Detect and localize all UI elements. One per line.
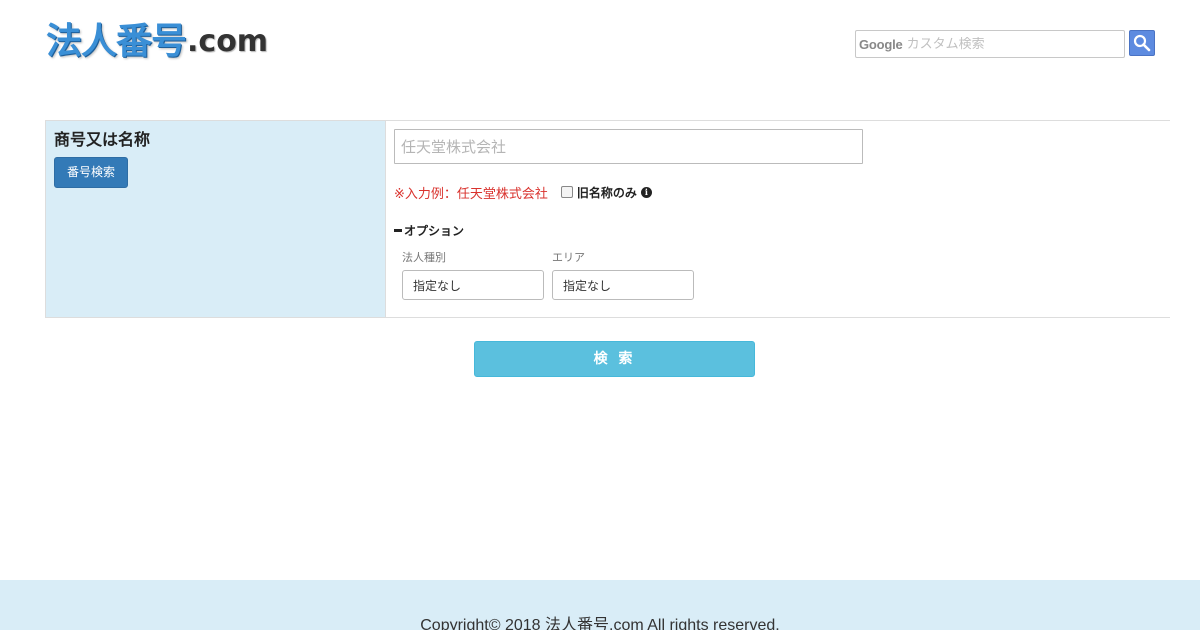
- input-example-hint: ※入力例：任天堂株式会社: [394, 187, 548, 202]
- options-toggle[interactable]: オプション: [394, 222, 464, 239]
- info-icon[interactable]: i: [640, 187, 652, 198]
- old-name-checkbox-label[interactable]: 旧名称のみ: [577, 184, 637, 201]
- field-label-cell: 商号又は名称 番号検索: [45, 121, 386, 317]
- search-icon: [1133, 34, 1151, 52]
- site-logo[interactable]: 法人番号 .com: [46, 20, 268, 64]
- copyright-text: Copyright© 2018 法人番号.com All rights rese…: [420, 617, 780, 630]
- page: 法人番号 .com Google 商号又は名称 番号検索 ※入力例：任天堂株式会…: [0, 0, 1200, 630]
- number-search-button[interactable]: 番号検索: [54, 157, 129, 188]
- field-title: 商号又は名称: [54, 130, 151, 149]
- area-caption: エリア: [552, 251, 585, 264]
- corporate-type-field: 法人種別 指定なし: [402, 249, 544, 300]
- company-name-input[interactable]: [394, 129, 863, 164]
- area-select[interactable]: 指定なし: [552, 270, 694, 300]
- search-form-table: 商号又は名称 番号検索 ※入力例：任天堂株式会社 旧名称のみ i オプション 法…: [45, 120, 1170, 318]
- hint-row: ※入力例：任天堂株式会社 旧名称のみ i: [394, 183, 652, 202]
- area-field: エリア 指定なし: [552, 249, 694, 300]
- collapse-minus-icon: [394, 229, 402, 232]
- logo-text: 法人番号: [46, 21, 187, 62]
- field-input-cell: ※入力例：任天堂株式会社 旧名称のみ i オプション 法人種別 指定なし エリア…: [386, 121, 1170, 317]
- corporate-type-caption: 法人種別: [402, 251, 446, 264]
- old-name-checkbox[interactable]: [560, 185, 573, 198]
- custom-search-button[interactable]: [1129, 30, 1155, 56]
- custom-search-box[interactable]: Google: [855, 30, 1125, 58]
- options-toggle-label: オプション: [404, 224, 465, 238]
- footer: Copyright© 2018 法人番号.com All rights rese…: [0, 580, 1200, 630]
- google-brand-label: Google: [859, 36, 903, 52]
- custom-search-input[interactable]: [906, 36, 1107, 52]
- logo-suffix: .com: [187, 24, 269, 59]
- search-submit-button[interactable]: 検 索: [474, 341, 755, 377]
- corporate-type-select[interactable]: 指定なし: [402, 270, 544, 300]
